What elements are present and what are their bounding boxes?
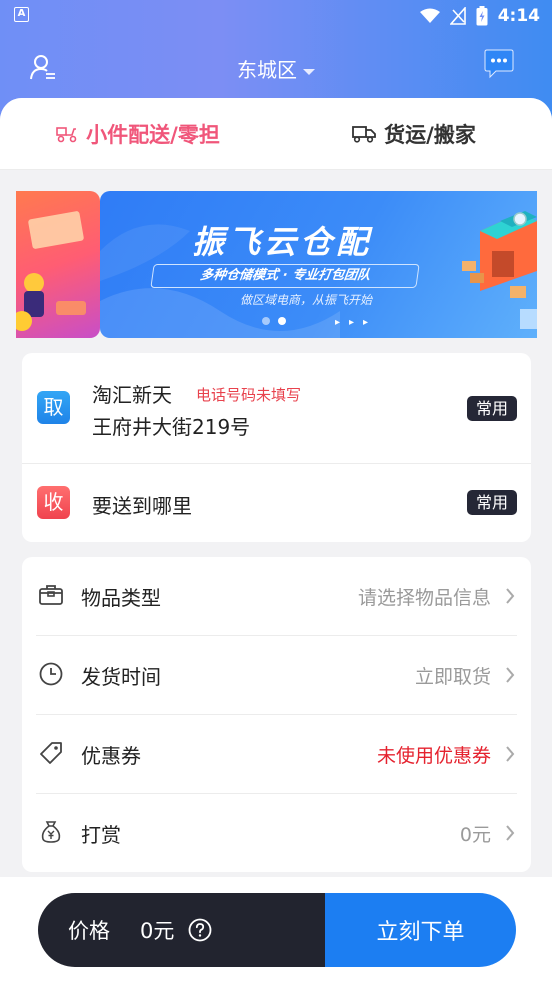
box-icon [39, 585, 63, 605]
option-tip[interactable]: 打赏 0元 [22, 794, 531, 872]
option-value: 0元 [459, 824, 491, 846]
caret-down-icon [303, 68, 315, 75]
status-bar: A 4:14 [0, 0, 552, 32]
banner-tagline: 多种仓储模式 · 专业打包团队 [150, 264, 420, 288]
option-ship-time[interactable]: 发货时间 立即取货 [22, 636, 531, 714]
delivery-address-row[interactable]: 收 要送到哪里 常用 [22, 464, 531, 542]
chevron-right-icon [506, 588, 515, 604]
scooter-icon [56, 126, 77, 142]
pickup-address: 王府井大街219号 [92, 415, 251, 439]
signal-icon [449, 7, 466, 25]
tab-freight-moving[interactable]: 货运/搬家 [276, 98, 552, 169]
option-value: 请选择物品信息 [357, 587, 491, 609]
option-item-type[interactable]: 物品类型 请选择物品信息 [22, 557, 531, 635]
city-name: 东城区 [237, 58, 297, 82]
clock-time: 4:14 [497, 6, 540, 26]
option-value: 立即取货 [414, 666, 491, 688]
wifi-icon [419, 8, 440, 23]
price-label: 价格 [68, 919, 110, 943]
carousel-dot[interactable] [262, 317, 270, 325]
phone-missing-warning: 电话号码未填写 [196, 386, 302, 404]
banner-arrows: ▸▸▸ [335, 317, 378, 328]
chevron-right-icon [506, 746, 515, 762]
option-label: 发货时间 [81, 665, 161, 689]
warehouse-illustration [462, 211, 537, 329]
chevron-right-icon [506, 825, 515, 841]
banner-illustration [16, 211, 86, 331]
order-options-card: 物品类型 请选择物品信息 发货时间 立即取货 优惠券 未使用优惠券 打赏 0元 [22, 557, 531, 872]
banner-current-slide[interactable]: 振飞云仓配 多种仓储模式 · 专业打包团队 做区域电商，从振飞开始 ▸▸▸ [100, 191, 537, 338]
promo-carousel[interactable]: 振飞云仓配 多种仓储模式 · 专业打包团队 做区域电商，从振飞开始 ▸▸▸ [16, 191, 537, 338]
tab-small-parcel[interactable]: 小件配送/零担 [0, 98, 276, 169]
coupon-tag-icon [40, 742, 62, 764]
address-card: 取 淘汇新天 电话号码未填写 王府井大街219号 常用 收 要送到哪里 常用 [22, 353, 531, 542]
message-chat-icon[interactable] [484, 48, 514, 80]
option-label: 优惠券 [81, 744, 141, 768]
price-order-pill: 价格 0元 立刻下单 [38, 893, 516, 967]
app-header: 东城区 [0, 40, 552, 96]
pickup-address-row[interactable]: 取 淘汇新天 电话号码未填写 王府井大街219号 常用 [22, 353, 531, 463]
tab-label: 货运/搬家 [384, 122, 476, 147]
main-sheet: 小件配送/零担 货运/搬家 振飞云仓配 多种仓储模式 · 专业打包团队 做区域电… [0, 98, 552, 898]
place-order-button[interactable]: 立刻下单 [325, 893, 516, 967]
banner-title: 振飞云仓配 [192, 223, 373, 261]
option-coupon[interactable]: 优惠券 未使用优惠券 [22, 715, 531, 793]
delivery-placeholder: 要送到哪里 [92, 494, 192, 518]
clock-icon [39, 662, 63, 686]
pickup-frequent-button[interactable]: 常用 [467, 396, 517, 421]
status-icons: 4:14 [419, 4, 540, 28]
chevron-right-icon [506, 667, 515, 683]
money-bag-icon [41, 821, 61, 843]
delivery-badge: 收 [37, 486, 70, 519]
pickup-badge: 取 [37, 391, 70, 424]
price-summary[interactable]: 价格 0元 [38, 893, 325, 967]
price-value: 0元 [140, 919, 175, 943]
delivery-frequent-button[interactable]: 常用 [467, 490, 517, 515]
banner-previous-slide[interactable] [16, 191, 100, 338]
option-value: 未使用优惠券 [376, 745, 491, 767]
carousel-dot-active[interactable] [278, 317, 286, 325]
truck-icon [352, 125, 377, 143]
bottom-order-bar: 价格 0元 立刻下单 [0, 877, 552, 981]
pickup-contact-name: 淘汇新天 [92, 383, 172, 407]
tab-label: 小件配送/零担 [86, 122, 220, 147]
city-selector[interactable]: 东城区 [0, 54, 552, 83]
banner-subtitle: 做区域电商，从振飞开始 [240, 293, 373, 307]
option-label: 物品类型 [81, 586, 161, 610]
battery-icon [476, 6, 488, 26]
option-label: 打赏 [81, 823, 121, 847]
carousel-indicator [262, 317, 286, 325]
app-notification-icon: A [14, 7, 29, 22]
help-question-icon[interactable] [188, 918, 212, 942]
service-tabs: 小件配送/零担 货运/搬家 [0, 98, 552, 170]
